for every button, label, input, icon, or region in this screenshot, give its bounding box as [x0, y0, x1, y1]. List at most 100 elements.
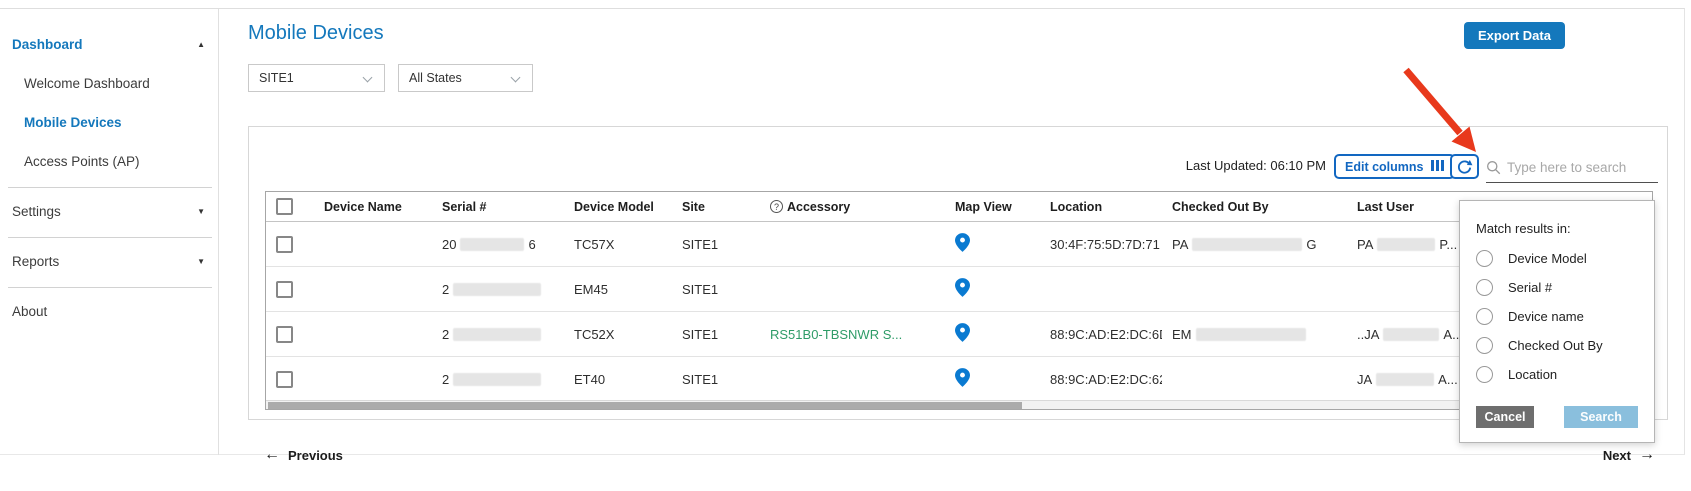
devices-card: Last Updated: 06:10 PM Edit columns Devi… — [248, 126, 1668, 420]
cell-text: 2 — [442, 372, 449, 387]
radio-icon[interactable] — [1476, 279, 1493, 296]
radio-icon[interactable] — [1476, 366, 1493, 383]
cell-text: G — [1306, 237, 1316, 252]
arrow-right-icon: → — [1639, 446, 1655, 464]
row-checkbox[interactable] — [276, 326, 293, 343]
table-body: 206TC57XSITE130:4F:75:5D:7D:71PAGPAP...2… — [266, 222, 1652, 402]
cell-text: ET40 — [574, 372, 605, 387]
cell-location: 30:4F:75:5D:7D:71 — [1040, 237, 1162, 252]
previous-page-button[interactable]: ← Previous — [264, 446, 343, 464]
cell-text: Serial # — [1508, 280, 1552, 295]
export-data-button[interactable]: Export Data — [1464, 22, 1565, 49]
redacted-text — [453, 373, 541, 386]
cell-text: A... — [1438, 372, 1458, 387]
search-button[interactable]: Search — [1564, 406, 1638, 428]
cell-text: Device Model — [1508, 251, 1587, 266]
cell-text: Accessory — [787, 200, 850, 214]
sidebar-item-welcome-dashboard[interactable]: Welcome Dashboard — [0, 64, 218, 103]
match-option-device-model[interactable]: Device Model — [1460, 244, 1654, 273]
cell-select — [266, 236, 314, 253]
cell-text: PA — [1357, 237, 1373, 252]
next-page-button[interactable]: Next → — [1603, 446, 1655, 464]
map-pin-icon[interactable] — [955, 278, 970, 300]
match-option-device-name[interactable]: Device name — [1460, 302, 1654, 331]
sidebar-item-dashboard[interactable]: Dashboard▲ — [0, 25, 218, 64]
cell-map — [945, 323, 1040, 345]
radio-icon[interactable] — [1476, 250, 1493, 267]
match-option-serial[interactable]: Serial # — [1460, 273, 1654, 302]
table-header-row: Device NameSerial #Device ModelSite?Acce… — [266, 192, 1652, 222]
sidebar-divider — [8, 287, 212, 288]
cell-model: ET40 — [564, 372, 672, 387]
caret-down-icon: ▼ — [197, 192, 205, 231]
cell-text: SITE1 — [682, 237, 718, 252]
search-field — [1486, 152, 1658, 183]
row-checkbox[interactable] — [276, 281, 293, 298]
cell-text: Access Points (AP) — [24, 154, 140, 169]
cell-text: ..JA — [1357, 327, 1379, 342]
search-input[interactable] — [1507, 160, 1651, 175]
cell-accessory: RS51B0-TBSNWR S... — [760, 327, 945, 342]
cell-text: Serial # — [442, 200, 486, 214]
cancel-button[interactable]: Cancel — [1476, 406, 1534, 428]
accessory-link[interactable]: RS51B0-TBSNWR S... — [770, 327, 902, 342]
cell-text: Location — [1508, 367, 1557, 382]
cell-select — [266, 281, 314, 298]
cell-text: SITE1 — [682, 282, 718, 297]
table-row: 2EM45SITE1 — [266, 267, 1652, 312]
column-header-map: Map View — [945, 200, 1040, 214]
edit-columns-button[interactable]: Edit columns — [1334, 154, 1455, 179]
radio-icon[interactable] — [1476, 337, 1493, 354]
columns-icon — [1429, 160, 1444, 174]
map-pin-icon[interactable] — [955, 233, 970, 255]
previous-label: Previous — [288, 448, 343, 463]
row-checkbox[interactable] — [276, 236, 293, 253]
cell-location: 88:9C:AD:E2:DC:6D — [1040, 327, 1162, 342]
cell-text: Last User — [1357, 200, 1414, 214]
cell-checked_out_by: EM — [1162, 327, 1347, 342]
map-pin-icon[interactable] — [955, 323, 970, 345]
cell-select — [266, 371, 314, 388]
last-updated-text: Last Updated: 06:10 PM — [1186, 158, 1326, 173]
select-all-checkbox[interactable] — [276, 198, 293, 215]
cell-text: Location — [1050, 200, 1102, 214]
cell-model: EM45 — [564, 282, 672, 297]
match-option-checked-out-by[interactable]: Checked Out By — [1460, 331, 1654, 360]
cell-text: EM45 — [574, 282, 608, 297]
arrow-left-icon: ← — [264, 446, 280, 464]
sidebar-item-reports[interactable]: Reports▼ — [0, 242, 218, 281]
horizontal-scrollbar[interactable] — [266, 400, 1652, 409]
sidebar-item-access-points-ap[interactable]: Access Points (AP) — [0, 142, 218, 181]
cell-text: Reports — [12, 254, 59, 269]
sidebar-item-about[interactable]: About — [0, 292, 218, 331]
help-icon[interactable]: ? — [770, 200, 783, 213]
cell-text: TC57X — [574, 237, 614, 252]
column-header-device_name: Device Name — [314, 200, 432, 214]
table-row: 2TC52XSITE1RS51B0-TBSNWR S...88:9C:AD:E2… — [266, 312, 1652, 357]
site-select[interactable]: SITE1 — [248, 64, 385, 92]
cell-text: 88:9C:AD:E2:DC:6D — [1050, 327, 1162, 342]
sidebar-divider — [8, 237, 212, 238]
cell-text: SITE1 — [682, 327, 718, 342]
sidebar-item-mobile-devices[interactable]: Mobile Devices — [0, 103, 218, 142]
cell-text: 2 — [442, 327, 449, 342]
state-select[interactable]: All States — [398, 64, 533, 92]
scrollbar-thumb[interactable] — [268, 402, 1022, 409]
match-results-panel: Match results in: Device ModelSerial #De… — [1459, 200, 1655, 443]
cell-serial: 206 — [432, 237, 564, 252]
map-pin-icon[interactable] — [955, 368, 970, 390]
cell-site: SITE1 — [672, 282, 760, 297]
radio-icon[interactable] — [1476, 308, 1493, 325]
refresh-button[interactable] — [1450, 154, 1479, 179]
cell-map — [945, 233, 1040, 255]
caret-up-icon: ▲ — [197, 25, 205, 64]
column-header-model: Device Model — [564, 200, 672, 214]
sidebar-item-settings[interactable]: Settings▼ — [0, 192, 218, 231]
cell-text: 6 — [528, 237, 535, 252]
refresh-icon — [1456, 158, 1473, 175]
row-checkbox[interactable] — [276, 371, 293, 388]
cell-text: Device Name — [324, 200, 402, 214]
edit-columns-label: Edit columns — [1345, 160, 1423, 174]
sidebar-divider — [8, 187, 212, 188]
match-option-location[interactable]: Location — [1460, 360, 1654, 389]
